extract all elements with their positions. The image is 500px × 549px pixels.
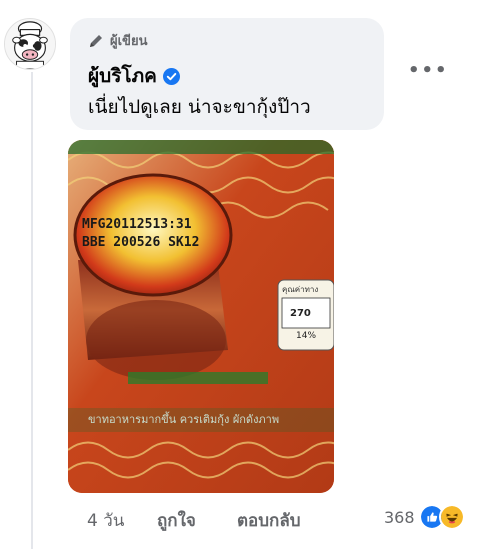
comment-text: เนี่ยไปดูเลย น่าจะขากุ้งป๊าว xyxy=(88,96,311,118)
author-badge-label: ผู้เขียน xyxy=(110,34,148,49)
reply-button[interactable]: ตอบกลับ xyxy=(237,507,301,534)
commenter-name-row: ผู้บริโภค xyxy=(88,61,180,91)
noodle-package-photo: ขาทอาหารมากขึ้น ควรเติมกุ้ง ผักดังภาพ คุ… xyxy=(68,140,334,493)
bbe-date-stamp: BBE 200526 SK12 xyxy=(82,235,199,250)
nutrition-label: คุณค่าทาง xyxy=(282,285,318,294)
comment-timestamp[interactable]: 4 วัน xyxy=(87,507,157,534)
more-options-icon[interactable]: ••• xyxy=(408,62,449,80)
reaction-summary[interactable]: 368 xyxy=(384,504,465,530)
nutrition-percent: 14% xyxy=(296,331,316,341)
nutrition-value: 270 xyxy=(290,308,311,319)
commenter-avatar[interactable] xyxy=(4,18,56,70)
like-button[interactable]: ถูกใจ xyxy=(157,507,237,534)
mfg-date-stamp: MFG20112513:31 xyxy=(82,217,192,232)
comment-bubble: ผู้เขียน ผู้บริโภค เนี่ยไปดูเลย น่าจะขาก… xyxy=(70,18,384,130)
pen-icon xyxy=(90,34,102,47)
commenter-name[interactable]: ผู้บริโภค xyxy=(88,61,157,91)
comment-photo[interactable]: ขาทอาหารมากขึ้น ควรเติมกุ้ง ผักดังภาพ คุ… xyxy=(68,140,334,493)
thread-line xyxy=(31,72,33,549)
reaction-count: 368 xyxy=(384,507,415,527)
verified-check-icon xyxy=(162,67,180,85)
haha-reaction-icon xyxy=(438,504,465,530)
comment-actions: 4 วัน ถูกใจ ตอบกลับ xyxy=(87,507,301,534)
cow-chef-avatar-image xyxy=(5,19,55,69)
author-badge: ผู้เขียน xyxy=(88,30,147,51)
